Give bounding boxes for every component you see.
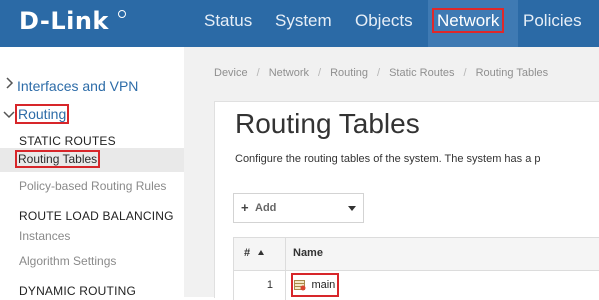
table-row[interactable]: 1 main [233,270,599,300]
routing-table-icon [294,278,306,291]
breadcrumb-separator: / [318,67,322,79]
column-header-number-label: # [244,247,251,259]
content-card: Routing Tables Configure the routing tab… [214,101,599,300]
breadcrumb-separator: / [256,67,260,79]
sidebar-heading-dynamic-routing: DYNAMIC ROUTING [19,284,136,298]
page-title: Routing Tables [235,108,420,139]
column-header-number[interactable]: # [233,238,286,270]
caret-down-icon [348,206,356,211]
breadcrumb-static-routes[interactable]: Static Routes [389,67,454,79]
nav-system-label: System [275,11,332,30]
main-content: Device / Network / Routing / Static Routes / Rou… [184,47,599,300]
chevron-right-icon [5,77,14,92]
sidebar-item-routing-label: Routing [15,104,70,124]
sidebar-item-interfaces-label: Interfaces and VPN [17,78,139,94]
sidebar-heading-route-load-balancing: ROUTE LOAD BALANCING [19,209,174,223]
sidebar-item-routing[interactable]: Routing [0,104,184,126]
page-description: Configure the routing tables of the syst… [235,153,541,165]
sidebar-heading-static-routes: STATIC ROUTES [19,134,116,148]
nav-policies-label: Policies [523,11,582,30]
table-header-row: # Name [233,237,599,271]
breadcrumb-separator: / [377,67,381,79]
registered-mark-icon [118,10,126,18]
nav-system[interactable]: System [268,0,349,47]
sidebar-item-policy-based-routing[interactable]: Policy-based Routing Rules [19,179,166,193]
sidebar-item-routing-tables-label: Routing Tables [15,150,101,168]
row-number: 1 [266,279,273,291]
add-button-label: Add [255,202,277,214]
sort-ascending-icon [258,250,264,255]
sidebar-item-algorithm-settings[interactable]: Algorithm Settings [19,254,116,268]
sidebar-item-interfaces-and-vpn[interactable]: Interfaces and VPN [0,76,184,98]
breadcrumb-device[interactable]: Device [214,67,248,79]
nav-status-label: Status [204,11,253,30]
chevron-down-icon [3,107,15,122]
nav-objects[interactable]: Objects [348,0,433,47]
nav-status[interactable]: Status [196,0,270,47]
row-name-cell[interactable]: main [291,273,340,297]
breadcrumb-routing-tables: Routing Tables [475,67,549,79]
dlink-logo: D-Link [19,7,109,35]
nav-network[interactable]: Network [428,0,518,47]
add-dropdown-button[interactable]: + Add [233,193,364,223]
top-navigation-bar: D-Link Status System Objects Network Pol… [0,0,599,47]
plus-icon: + [241,200,249,215]
column-header-name[interactable]: Name [293,247,323,259]
sidebar-item-routing-tables[interactable]: Routing Tables [0,148,184,172]
breadcrumb-separator: / [463,67,467,79]
nav-network-label: Network [432,8,505,33]
nav-policies[interactable]: Policies [516,0,599,47]
nav-objects-label: Objects [355,11,413,30]
sidebar-item-instances[interactable]: Instances [19,229,70,243]
breadcrumb-network[interactable]: Network [269,67,309,79]
breadcrumb: Device / Network / Routing / Static Routes / Rou… [214,67,548,79]
row-number-cell: 1 [233,270,286,300]
row-name: main [311,279,336,291]
sidebar: Interfaces and VPN Routing STATIC ROUTES… [0,47,184,298]
breadcrumb-routing[interactable]: Routing [330,67,368,79]
